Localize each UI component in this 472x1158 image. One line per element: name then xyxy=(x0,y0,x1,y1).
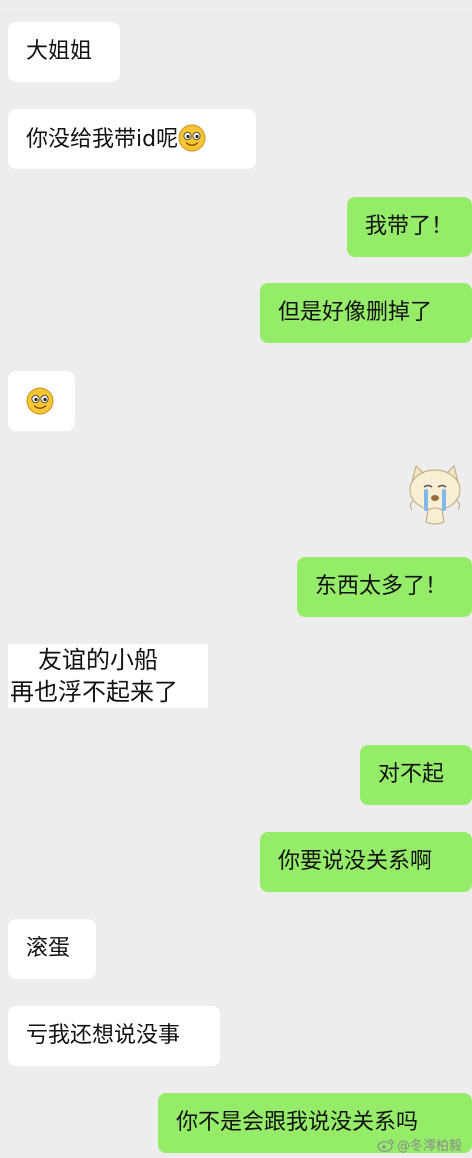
message-bubble-incoming[interactable]: 你没给我带id呢 xyxy=(8,109,256,169)
message-text: 亏我还想说没事 xyxy=(26,1023,181,1048)
weibo-logo-icon xyxy=(377,1139,394,1152)
message-bubble-incoming[interactable]: 大姐姐 xyxy=(8,22,120,82)
message-text: 东西太多了！ xyxy=(315,574,448,599)
message-bubble-outgoing[interactable]: 对不起 xyxy=(360,745,472,805)
top-divider xyxy=(0,14,472,15)
message-bubble-incoming[interactable]: 滚蛋 xyxy=(8,919,96,979)
meme-caption[interactable]: 友谊的小船再也浮不起来了 xyxy=(8,644,208,708)
message-bubble-outgoing[interactable]: 东西太多了！ xyxy=(297,557,472,617)
watermark-text: @冬澪柏毅 xyxy=(396,1139,462,1154)
message-bubble-outgoing[interactable]: 你要说没关系啊 xyxy=(260,832,472,892)
message-text: 我带了！ xyxy=(365,214,454,239)
message-text: 滚蛋 xyxy=(26,936,71,961)
message-text: 但是好像删掉了 xyxy=(278,300,433,325)
caption-line-1: 友谊的小船 xyxy=(38,646,158,674)
message-bubble-outgoing[interactable]: 但是好像删掉了 xyxy=(260,283,472,343)
message-bubble-incoming[interactable] xyxy=(8,371,75,431)
crying-cat-sticker-icon[interactable] xyxy=(404,460,466,530)
caption-line-2: 再也浮不起来了 xyxy=(10,678,178,706)
chat-area: 大姐姐 你没给我带id呢 我带了！ 但是好像删掉了 东西太多了！ 友谊的小船 再… xyxy=(0,0,472,1158)
message-text: 你不是会跟我说没关系吗 xyxy=(176,1110,419,1135)
message-bubble-incoming[interactable]: 亏我还想说没事 xyxy=(8,1006,220,1066)
smile-emoji-icon xyxy=(26,387,54,415)
message-text: 大姐姐 xyxy=(26,39,93,64)
watermark: @冬澪柏毅 xyxy=(377,1135,462,1154)
message-text: 对不起 xyxy=(378,762,445,787)
message-bubble-outgoing[interactable]: 我带了！ xyxy=(347,197,472,257)
smile-emoji-icon xyxy=(178,124,206,152)
message-text: 你要说没关系啊 xyxy=(278,849,433,874)
message-text: 你没给我带id呢 xyxy=(26,127,179,152)
